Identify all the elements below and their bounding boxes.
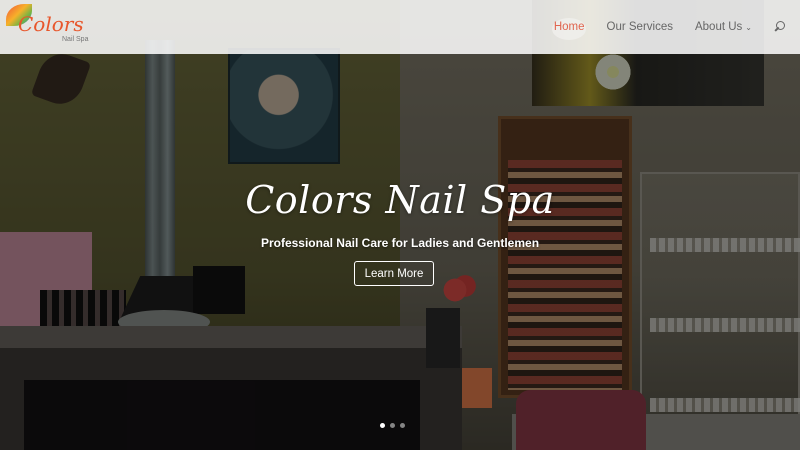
hero-overlay — [0, 0, 800, 450]
main-nav: Home Our Services About Us ⌄ — [554, 0, 786, 54]
slider-dot-2[interactable] — [390, 423, 395, 428]
nav-item-about-us[interactable]: About Us ⌄ — [695, 21, 752, 33]
chevron-down-icon: ⌄ — [745, 22, 752, 32]
slider-dot-1[interactable] — [380, 423, 385, 428]
learn-more-button[interactable]: Learn More — [354, 261, 434, 286]
nav-item-our-services[interactable]: Our Services — [607, 21, 673, 33]
slider-dots — [380, 423, 405, 428]
nav-item-label: Our Services — [606, 21, 673, 33]
hero-background-image — [0, 0, 800, 450]
hero-subtitle: Professional Nail Care for Ladies and Ge… — [260, 236, 540, 250]
search-icon[interactable] — [774, 21, 786, 33]
logo-text: Colors — [18, 12, 84, 36]
slider-dot-3[interactable] — [400, 423, 405, 428]
logo-subtext: Nail Spa — [62, 36, 89, 43]
nav-item-label: About Us — [694, 21, 743, 33]
nav-item-home[interactable]: Home — [554, 21, 585, 33]
nav-item-label: Home — [553, 21, 585, 33]
site-header: Colors Nail Spa Home Our Services About … — [0, 0, 800, 54]
site-logo[interactable]: Colors Nail Spa — [4, 2, 114, 50]
hero-title: Colors Nail Spa — [245, 178, 555, 222]
